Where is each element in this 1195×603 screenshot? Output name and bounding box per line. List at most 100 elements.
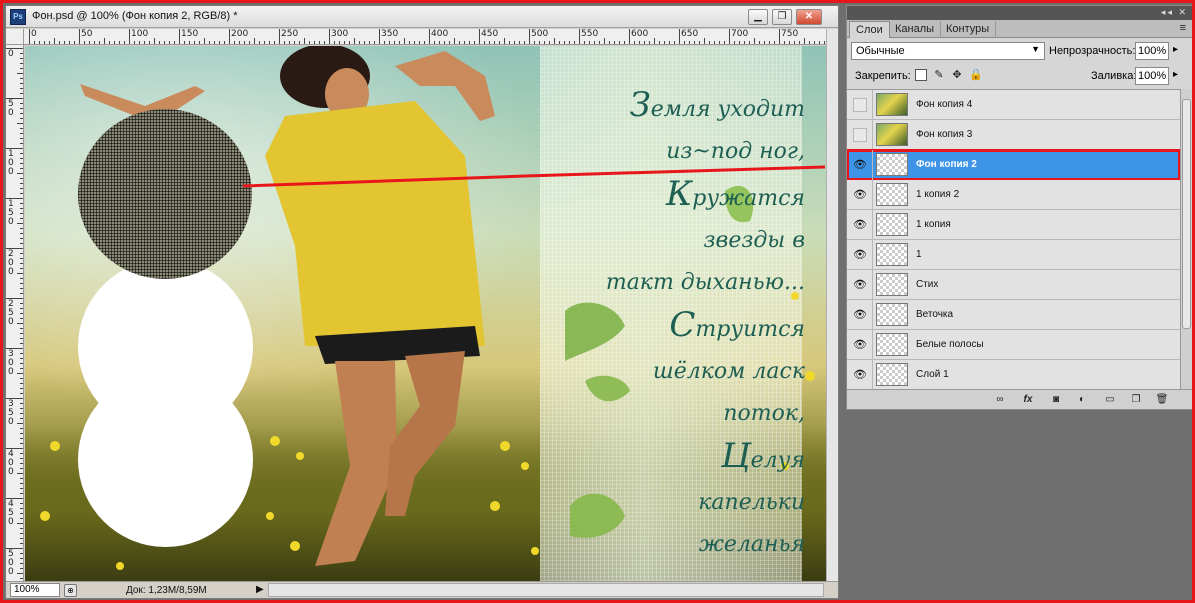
ruler-minor-tick — [214, 41, 215, 44]
eye-visibility-icon[interactable]: 👁 — [853, 368, 867, 382]
ruler-minor-tick — [134, 41, 135, 44]
eye-visibility-icon[interactable]: 👁 — [853, 338, 867, 352]
padlock-icon[interactable]: 🔒 — [969, 69, 983, 81]
canvas-vertical-scrollbar[interactable] — [826, 29, 838, 581]
layer-name[interactable]: Слой 1 — [916, 369, 949, 380]
tab-channels[interactable]: Каналы — [889, 21, 942, 38]
horizontal-ruler[interactable]: 0 50 100 150 200 250 300 350 400 450 500 550 600 650 7… — [24, 29, 826, 45]
ruler-tick — [279, 29, 280, 44]
tab-layers[interactable]: Слои — [849, 21, 890, 38]
layer-row[interactable]: 👁 Фон копия 2 — [847, 149, 1180, 181]
minimize-button[interactable]: ▁ — [748, 9, 768, 25]
layer-thumbnail[interactable] — [876, 153, 908, 176]
canvas-horizontal-scrollbar[interactable] — [268, 583, 824, 597]
ruler-minor-tick — [20, 438, 23, 439]
ruler-minor-tick — [84, 41, 85, 44]
layers-list: Фон копия 4 Фон копия 3 👁 Фон копия 2 👁 1 коп… — [847, 89, 1180, 389]
layer-row[interactable]: Фон копия 3 — [847, 120, 1180, 150]
ruler-minor-tick — [20, 403, 23, 404]
layer-thumbnail[interactable] — [876, 93, 908, 116]
ruler-minor-tick — [749, 41, 750, 44]
layer-name[interactable]: Белые полосы — [916, 339, 984, 350]
mask-icon[interactable]: ◙ — [1049, 393, 1063, 407]
fx-icon[interactable]: fx — [1021, 393, 1035, 407]
trash-icon[interactable]: 🗑 — [1155, 393, 1169, 407]
layer-thumbnail[interactable] — [876, 183, 908, 206]
layer-row[interactable]: Фон копия 4 — [847, 90, 1180, 120]
layer-divider — [872, 360, 873, 389]
ruler-minor-tick — [20, 188, 23, 189]
move-lock-icon[interactable]: ✥ — [951, 69, 963, 81]
ruler-minor-tick — [604, 38, 605, 44]
layer-thumbnail[interactable] — [876, 333, 908, 356]
layer-row[interactable]: 👁 Веточка — [847, 300, 1180, 330]
panel-grip-bar[interactable]: ◂◂ ✕ — [847, 6, 1192, 20]
ruler-minor-tick — [17, 523, 23, 524]
fill-input[interactable]: 100% — [1135, 67, 1169, 85]
ruler-minor-tick — [319, 41, 320, 44]
layer-name[interactable]: 1 копия 2 — [916, 189, 959, 200]
ruler-minor-tick — [20, 258, 23, 259]
vertical-ruler[interactable]: 0 5 0 1 0 0 1 5 0 2 0 0 2 5 0 3 0 0 3 5 0 4 0 0 4… — [6, 45, 24, 581]
ruler-minor-tick — [399, 41, 400, 44]
layer-row[interactable]: 👁 1 копия — [847, 210, 1180, 240]
layer-row[interactable]: 👁 Слой 1 — [847, 360, 1180, 389]
brush-lock-icon[interactable]: ✎ — [933, 69, 945, 81]
layers-scrollbar[interactable] — [1180, 89, 1192, 389]
ruler-minor-tick — [589, 41, 590, 44]
document-titlebar[interactable]: Ps Фон.psd @ 100% (Фон копия 2, RGB/8) *… — [6, 6, 838, 28]
maximize-button[interactable]: ❐ — [772, 9, 792, 25]
lock-transparent-icon[interactable] — [915, 69, 927, 81]
link-icon[interactable]: ∞ — [993, 393, 1007, 407]
layer-name[interactable]: Веточка — [916, 309, 953, 320]
layer-name[interactable]: 1 — [916, 249, 922, 260]
new-layer-icon[interactable]: ❐ — [1129, 393, 1143, 407]
layer-thumbnail[interactable] — [876, 363, 908, 386]
layer-name[interactable]: Фон копия 3 — [916, 129, 972, 140]
layer-thumbnail[interactable] — [876, 273, 908, 296]
layer-row[interactable]: 👁 Белые полосы — [847, 330, 1180, 360]
adjustment-icon[interactable]: ◐ — [1075, 393, 1089, 407]
layer-thumbnail[interactable] — [876, 123, 908, 146]
ruler-origin[interactable] — [6, 29, 24, 45]
opacity-input[interactable]: 100% — [1135, 42, 1169, 60]
eye-visibility-icon[interactable] — [853, 128, 867, 142]
ruler-minor-tick — [539, 41, 540, 44]
blend-mode-select[interactable]: Обычные ▼ — [851, 42, 1045, 60]
eye-visibility-icon[interactable]: 👁 — [853, 248, 867, 262]
fill-arrow-icon[interactable]: ▸ — [1173, 69, 1178, 80]
ruler-minor-tick — [20, 183, 23, 184]
ruler-minor-tick — [594, 41, 595, 44]
layer-thumbnail[interactable] — [876, 213, 908, 236]
layer-thumbnail[interactable] — [876, 243, 908, 266]
layer-name[interactable]: Фон копия 4 — [916, 99, 972, 110]
eye-visibility-icon[interactable]: 👁 — [853, 218, 867, 232]
eye-visibility-icon[interactable] — [853, 98, 867, 112]
layer-name[interactable]: Фон копия 2 — [916, 159, 977, 170]
status-menu-arrow-icon[interactable]: ▶ — [256, 584, 264, 595]
eye-visibility-icon[interactable]: 👁 — [853, 278, 867, 292]
eye-visibility-icon[interactable]: 👁 — [853, 308, 867, 322]
panel-menu-icon[interactable]: ≡ — [1180, 22, 1186, 34]
layers-scrollbar-thumb[interactable] — [1182, 99, 1191, 329]
zoom-level-field[interactable]: 100% — [10, 583, 60, 597]
eye-visibility-icon[interactable]: 👁 — [853, 158, 867, 172]
eye-visibility-icon[interactable]: 👁 — [853, 188, 867, 202]
status-info-icon[interactable]: ⊕ — [64, 584, 77, 597]
close-button[interactable]: ✕ — [796, 9, 822, 25]
layer-row[interactable]: 👁 1 копия 2 — [847, 180, 1180, 210]
group-icon[interactable]: ▭ — [1103, 393, 1117, 407]
layer-name[interactable]: 1 копия — [916, 219, 951, 230]
panel-collapse-icon[interactable]: ◂◂ ✕ — [1161, 7, 1188, 18]
image-canvas[interactable]: Земля уходит из~под ног, Кружатся звезды… — [25, 46, 826, 581]
tab-paths[interactable]: Контуры — [940, 21, 997, 38]
ruler-minor-tick — [499, 41, 500, 44]
layer-name[interactable]: Стих — [916, 279, 938, 290]
ruler-minor-tick — [374, 41, 375, 44]
ruler-minor-tick — [20, 283, 23, 284]
layer-thumbnail[interactable] — [876, 303, 908, 326]
ruler-minor-tick — [274, 41, 275, 44]
layer-row[interactable]: 👁 Стих — [847, 270, 1180, 300]
layer-row[interactable]: 👁 1 — [847, 240, 1180, 270]
opacity-arrow-icon[interactable]: ▸ — [1173, 44, 1178, 55]
